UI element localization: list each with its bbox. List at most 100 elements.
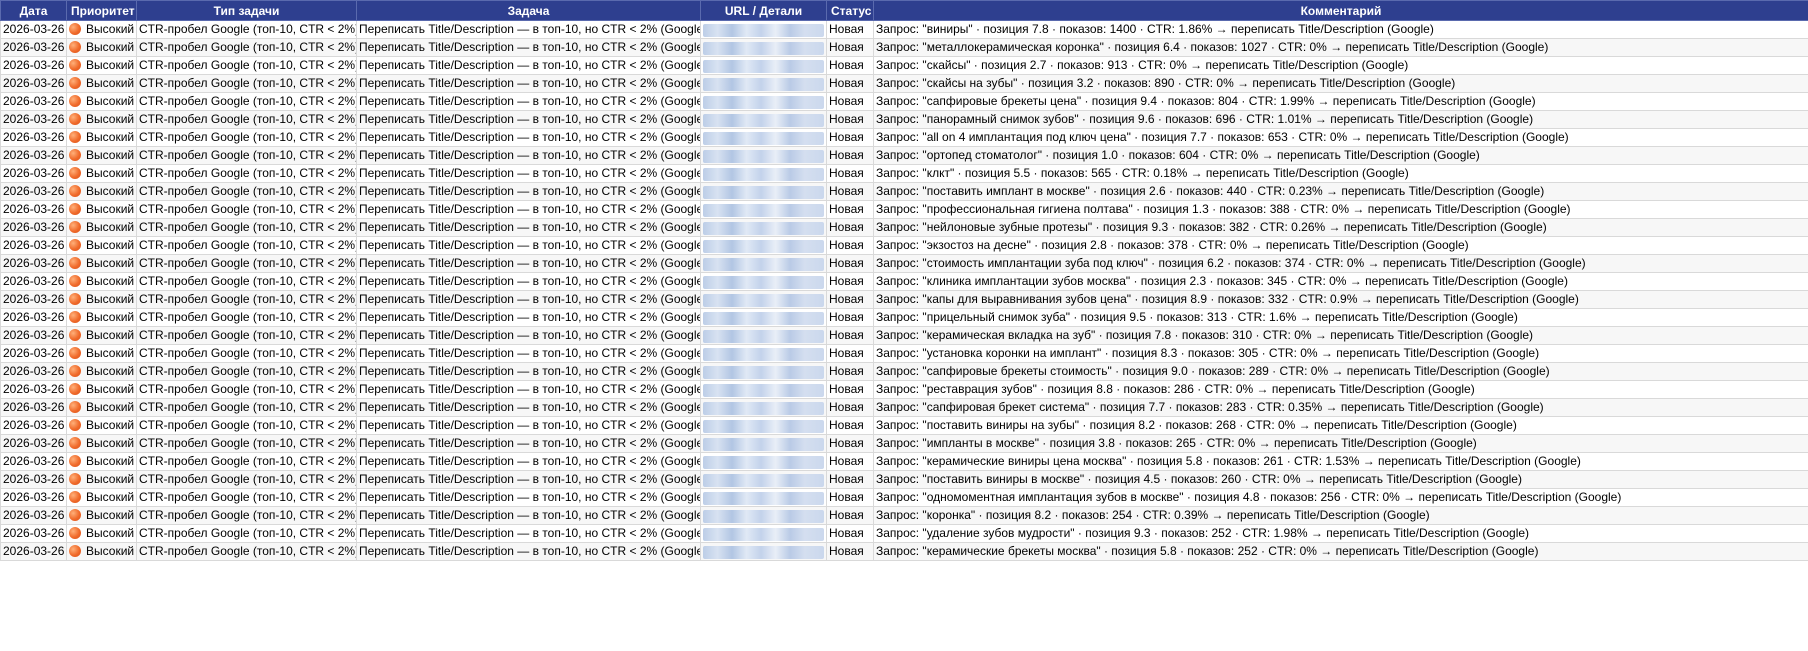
- cell-task[interactable]: Переписать Title/Description — в топ-10,…: [356, 398, 701, 417]
- cell-status[interactable]: Новая: [826, 74, 874, 93]
- cell-task[interactable]: Переписать Title/Description — в топ-10,…: [356, 38, 701, 57]
- cell-task-type[interactable]: CTR-пробел Google (топ-10, CTR < 2%): [136, 56, 357, 75]
- cell-url[interactable]: [700, 398, 827, 417]
- cell-task[interactable]: Переписать Title/Description — в топ-10,…: [356, 362, 701, 381]
- table-row[interactable]: 2026-03-26 Высокий CTR-пробел Google (топ-…: [0, 488, 1808, 507]
- cell-task-type[interactable]: CTR-пробел Google (топ-10, CTR < 2%): [136, 524, 357, 543]
- cell-date[interactable]: 2026-03-26: [0, 182, 67, 201]
- cell-date[interactable]: 2026-03-26: [0, 254, 67, 273]
- cell-comment[interactable]: Запрос: "капы для выравнивания зубов цен…: [873, 290, 1808, 309]
- cell-status[interactable]: Новая: [826, 254, 874, 273]
- cell-status[interactable]: Новая: [826, 218, 874, 237]
- cell-date[interactable]: 2026-03-26: [0, 290, 67, 309]
- cell-comment[interactable]: Запрос: "стоимость имплантации зуба под …: [873, 254, 1808, 273]
- cell-comment[interactable]: Запрос: "экзостоз на десне" · позиция 2.…: [873, 236, 1808, 255]
- cell-date[interactable]: 2026-03-26: [0, 38, 67, 57]
- cell-status[interactable]: Новая: [826, 164, 874, 183]
- cell-task-type[interactable]: CTR-пробел Google (топ-10, CTR < 2%): [136, 182, 357, 201]
- cell-comment[interactable]: Запрос: "керамические виниры цена москва…: [873, 452, 1808, 471]
- cell-date[interactable]: 2026-03-26: [0, 326, 67, 345]
- cell-status[interactable]: Новая: [826, 434, 874, 453]
- cell-task-type[interactable]: CTR-пробел Google (топ-10, CTR < 2%): [136, 200, 357, 219]
- header-priority[interactable]: Приоритет: [66, 0, 137, 21]
- header-date[interactable]: Дата: [0, 0, 67, 21]
- cell-status[interactable]: Новая: [826, 38, 874, 57]
- cell-status[interactable]: Новая: [826, 272, 874, 291]
- cell-date[interactable]: 2026-03-26: [0, 236, 67, 255]
- cell-priority[interactable]: Высокий: [66, 308, 137, 327]
- cell-priority[interactable]: Высокий: [66, 542, 137, 561]
- cell-task[interactable]: Переписать Title/Description — в топ-10,…: [356, 488, 701, 507]
- cell-date[interactable]: 2026-03-26: [0, 146, 67, 165]
- cell-task[interactable]: Переписать Title/Description — в топ-10,…: [356, 470, 701, 489]
- cell-status[interactable]: Новая: [826, 470, 874, 489]
- cell-priority[interactable]: Высокий: [66, 488, 137, 507]
- cell-task[interactable]: Переписать Title/Description — в топ-10,…: [356, 200, 701, 219]
- cell-priority[interactable]: Высокий: [66, 362, 137, 381]
- cell-priority[interactable]: Высокий: [66, 524, 137, 543]
- cell-date[interactable]: 2026-03-26: [0, 524, 67, 543]
- cell-date[interactable]: 2026-03-26: [0, 416, 67, 435]
- cell-priority[interactable]: Высокий: [66, 164, 137, 183]
- cell-url[interactable]: [700, 110, 827, 129]
- cell-task-type[interactable]: CTR-пробел Google (топ-10, CTR < 2%): [136, 434, 357, 453]
- table-row[interactable]: 2026-03-26 Высокий CTR-пробел Google (топ-…: [0, 326, 1808, 345]
- cell-priority[interactable]: Высокий: [66, 272, 137, 291]
- cell-task-type[interactable]: CTR-пробел Google (топ-10, CTR < 2%): [136, 326, 357, 345]
- cell-url[interactable]: [700, 164, 827, 183]
- cell-url[interactable]: [700, 326, 827, 345]
- cell-task[interactable]: Переписать Title/Description — в топ-10,…: [356, 164, 701, 183]
- cell-task-type[interactable]: CTR-пробел Google (топ-10, CTR < 2%): [136, 344, 357, 363]
- cell-task-type[interactable]: CTR-пробел Google (топ-10, CTR < 2%): [136, 272, 357, 291]
- cell-status[interactable]: Новая: [826, 290, 874, 309]
- cell-task-type[interactable]: CTR-пробел Google (топ-10, CTR < 2%): [136, 542, 357, 561]
- cell-url[interactable]: [700, 56, 827, 75]
- cell-comment[interactable]: Запрос: "одномоментная имплантация зубов…: [873, 488, 1808, 507]
- cell-date[interactable]: 2026-03-26: [0, 110, 67, 129]
- cell-status[interactable]: Новая: [826, 524, 874, 543]
- cell-priority[interactable]: Высокий: [66, 326, 137, 345]
- cell-priority[interactable]: Высокий: [66, 38, 137, 57]
- cell-comment[interactable]: Запрос: "импланты в москве" · позиция 3.…: [873, 434, 1808, 453]
- cell-url[interactable]: [700, 236, 827, 255]
- cell-comment[interactable]: Запрос: "поставить имплант в москве" · п…: [873, 182, 1808, 201]
- header-status[interactable]: Статус: [826, 0, 874, 21]
- cell-date[interactable]: 2026-03-26: [0, 56, 67, 75]
- cell-task-type[interactable]: CTR-пробел Google (топ-10, CTR < 2%): [136, 38, 357, 57]
- cell-comment[interactable]: Запрос: "керамическая вкладка на зуб" · …: [873, 326, 1808, 345]
- table-row[interactable]: 2026-03-26 Высокий CTR-пробел Google (топ-…: [0, 200, 1808, 219]
- cell-comment[interactable]: Запрос: "виниры" · позиция 7.8 · показов…: [873, 20, 1808, 39]
- cell-date[interactable]: 2026-03-26: [0, 20, 67, 39]
- table-row[interactable]: 2026-03-26 Высокий CTR-пробел Google (топ-…: [0, 416, 1808, 435]
- cell-task[interactable]: Переписать Title/Description — в топ-10,…: [356, 326, 701, 345]
- table-row[interactable]: 2026-03-26 Высокий CTR-пробел Google (топ-…: [0, 308, 1808, 327]
- cell-priority[interactable]: Высокий: [66, 20, 137, 39]
- cell-task[interactable]: Переписать Title/Description — в топ-10,…: [356, 128, 701, 147]
- cell-task-type[interactable]: CTR-пробел Google (топ-10, CTR < 2%): [136, 254, 357, 273]
- cell-url[interactable]: [700, 470, 827, 489]
- cell-task[interactable]: Переписать Title/Description — в топ-10,…: [356, 344, 701, 363]
- cell-priority[interactable]: Высокий: [66, 236, 137, 255]
- cell-comment[interactable]: Запрос: "ортопед стоматолог" · позиция 1…: [873, 146, 1808, 165]
- cell-task-type[interactable]: CTR-пробел Google (топ-10, CTR < 2%): [136, 146, 357, 165]
- cell-priority[interactable]: Высокий: [66, 344, 137, 363]
- cell-comment[interactable]: Запрос: "сапфировые брекеты цена" · пози…: [873, 92, 1808, 111]
- cell-url[interactable]: [700, 38, 827, 57]
- cell-comment[interactable]: Запрос: "скайсы на зубы" · позиция 3.2 ·…: [873, 74, 1808, 93]
- cell-status[interactable]: Новая: [826, 506, 874, 525]
- cell-date[interactable]: 2026-03-26: [0, 452, 67, 471]
- cell-url[interactable]: [700, 254, 827, 273]
- cell-url[interactable]: [700, 128, 827, 147]
- cell-comment[interactable]: Запрос: "металлокерамическая коронка" · …: [873, 38, 1808, 57]
- cell-comment[interactable]: Запрос: "all on 4 имплантация под ключ ц…: [873, 128, 1808, 147]
- cell-priority[interactable]: Высокий: [66, 398, 137, 417]
- cell-url[interactable]: [700, 362, 827, 381]
- cell-task-type[interactable]: CTR-пробел Google (топ-10, CTR < 2%): [136, 452, 357, 471]
- cell-url[interactable]: [700, 92, 827, 111]
- cell-priority[interactable]: Высокий: [66, 506, 137, 525]
- cell-date[interactable]: 2026-03-26: [0, 506, 67, 525]
- cell-task-type[interactable]: CTR-пробел Google (топ-10, CTR < 2%): [136, 110, 357, 129]
- table-row[interactable]: 2026-03-26 Высокий CTR-пробел Google (топ-…: [0, 110, 1808, 129]
- cell-task-type[interactable]: CTR-пробел Google (топ-10, CTR < 2%): [136, 128, 357, 147]
- cell-status[interactable]: Новая: [826, 488, 874, 507]
